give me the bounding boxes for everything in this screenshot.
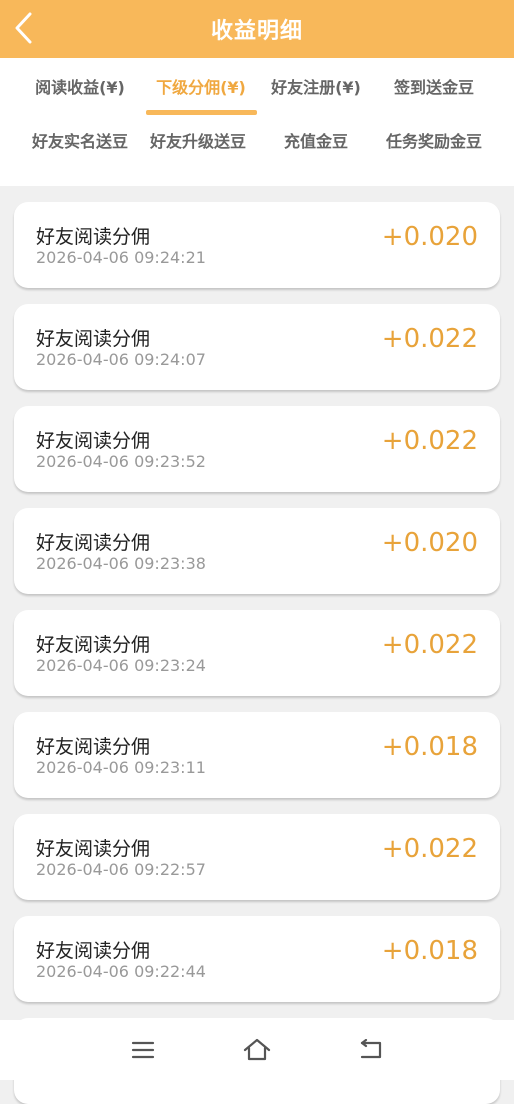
list-item[interactable]: 好友阅读分佣 2026-04-06 09:23:52 +0.022 bbox=[14, 406, 500, 492]
record-title: 好友阅读分佣 bbox=[36, 838, 151, 860]
record-time: 2026-04-06 09:22:57 bbox=[36, 860, 206, 879]
active-tab-indicator bbox=[146, 110, 257, 115]
record-amount: +0.020 bbox=[381, 528, 478, 558]
record-amount: +0.022 bbox=[381, 426, 478, 456]
back-button[interactable] bbox=[4, 8, 44, 48]
record-time: 2026-04-06 09:24:21 bbox=[36, 248, 206, 267]
record-time: 2026-04-06 09:24:07 bbox=[36, 350, 206, 369]
record-time: 2026-04-06 09:23:52 bbox=[36, 452, 206, 471]
tab-friend-register[interactable]: 好友注册(¥) bbox=[252, 62, 380, 110]
menu-icon bbox=[131, 1041, 155, 1059]
record-title: 好友阅读分佣 bbox=[36, 532, 151, 554]
list-item[interactable]: 好友阅读分佣 2026-04-06 09:24:21 +0.020 bbox=[14, 202, 500, 288]
tab-friend-verify-beans[interactable]: 好友实名送豆 bbox=[16, 116, 144, 164]
record-title: 好友阅读分佣 bbox=[36, 430, 151, 452]
record-time: 2026-04-06 09:23:38 bbox=[36, 554, 206, 573]
tab-recharge-beans[interactable]: 充值金豆 bbox=[252, 116, 380, 164]
home-icon bbox=[243, 1038, 271, 1061]
list-item[interactable]: 好友阅读分佣 2026-04-06 09:22:57 +0.022 bbox=[14, 814, 500, 900]
system-nav-bar bbox=[0, 1020, 514, 1080]
record-time: 2026-04-06 09:23:24 bbox=[36, 656, 206, 675]
record-amount: +0.022 bbox=[381, 834, 478, 864]
record-title: 好友阅读分佣 bbox=[36, 226, 151, 248]
home-button[interactable] bbox=[237, 1032, 277, 1068]
chevron-left-icon bbox=[15, 12, 32, 44]
tab-task-reward-beans[interactable]: 任务奖励金豆 bbox=[370, 116, 498, 164]
list-item[interactable]: 好友阅读分佣 2026-04-06 09:22:44 +0.018 bbox=[14, 916, 500, 1002]
list-item[interactable]: 好友阅读分佣 2026-04-06 09:24:07 +0.022 bbox=[14, 304, 500, 390]
header-bar: 收益明细 bbox=[0, 0, 514, 58]
record-title: 好友阅读分佣 bbox=[36, 736, 151, 758]
record-amount: +0.018 bbox=[381, 732, 478, 762]
return-icon bbox=[360, 1039, 382, 1059]
record-title: 好友阅读分佣 bbox=[36, 328, 151, 350]
record-amount: +0.018 bbox=[381, 936, 478, 966]
menu-button[interactable] bbox=[123, 1032, 163, 1068]
list-item[interactable]: 好友阅读分佣 2026-04-06 09:23:11 +0.018 bbox=[14, 712, 500, 798]
tab-friend-upgrade-beans[interactable]: 好友升级送豆 bbox=[134, 116, 262, 164]
record-amount: +0.022 bbox=[381, 630, 478, 660]
tab-sub-commission[interactable]: 下级分佣(¥) bbox=[137, 62, 265, 110]
record-time: 2026-04-06 09:22:44 bbox=[36, 962, 206, 981]
return-button[interactable] bbox=[351, 1032, 391, 1068]
tab-checkin-beans[interactable]: 签到送金豆 bbox=[370, 62, 498, 110]
record-title: 好友阅读分佣 bbox=[36, 940, 151, 962]
page-title: 收益明细 bbox=[210, 19, 303, 44]
record-amount: +0.022 bbox=[381, 324, 478, 354]
list-item[interactable]: 好友阅读分佣 2026-04-06 09:23:38 +0.020 bbox=[14, 508, 500, 594]
list-item[interactable]: 好友阅读分佣 2026-04-06 09:23:24 +0.022 bbox=[14, 610, 500, 696]
record-title: 好友阅读分佣 bbox=[36, 634, 151, 656]
record-amount: +0.020 bbox=[381, 222, 478, 252]
tab-reading-income[interactable]: 阅读收益(¥) bbox=[16, 62, 144, 110]
record-time: 2026-04-06 09:23:11 bbox=[36, 758, 206, 777]
tabs-panel: 阅读收益(¥) 下级分佣(¥) 好友注册(¥) 签到送金豆 好友实名送豆 好友升… bbox=[0, 58, 514, 186]
